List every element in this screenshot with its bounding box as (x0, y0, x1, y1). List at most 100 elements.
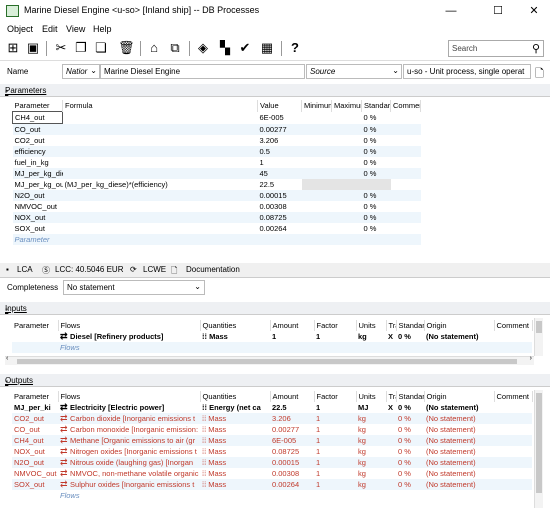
maximize-button[interactable]: ☐ (484, 2, 512, 20)
minimize-button[interactable]: — (437, 2, 465, 20)
tab-lcc[interactable]: LCC: 40.5046 EUR (55, 265, 123, 274)
table-row[interactable]: NOX_out 0.08725 0 % (12, 212, 421, 223)
completeness-select[interactable]: No statement ⌄ (63, 280, 205, 295)
menu-object[interactable]: Object (7, 24, 33, 34)
close-button[interactable]: ✕ (520, 2, 548, 20)
refresh-icon: ⟳ (130, 265, 137, 274)
col-minimum[interactable]: Minimum (301, 100, 332, 112)
check-icon[interactable]: ✔ (237, 40, 253, 56)
table-row[interactable]: fuel_in_kg 1 0 % (13, 157, 421, 168)
col-comment[interactable]: Comment (494, 391, 533, 402)
col-comment[interactable]: Commer (390, 100, 421, 112)
target-icon[interactable]: ◈ (195, 40, 211, 56)
col-maximum[interactable]: Maximum (331, 100, 362, 112)
inputs-vertical-scrollbar[interactable] (534, 318, 543, 356)
inputs-header: Inputs - (0, 302, 550, 315)
tab-documentation[interactable]: Documentation (186, 265, 240, 274)
col-formula[interactable]: Formula (62, 100, 258, 112)
scroll-right-icon[interactable]: › (530, 355, 532, 362)
table-row[interactable]: CH4_out ⇄ Methane [Organic emissions to … (12, 435, 532, 446)
document-icon[interactable]: 🗋 (535, 65, 544, 84)
table-row[interactable]: NMVOC_out 0.00308 0 % (13, 201, 421, 212)
table-row[interactable]: MJ_per_kg_ou (MJ_per_kg_diese)*(efficienc… (13, 179, 421, 190)
collapse-icon[interactable]: - (5, 304, 546, 315)
table-row[interactable]: SOX_out 0.00264 0 % (13, 223, 421, 234)
menu-view[interactable]: View (66, 24, 85, 34)
col-units[interactable]: Units (356, 320, 387, 331)
scroll-left-icon[interactable]: ‹ (6, 355, 8, 362)
scrollbar-thumb[interactable] (536, 321, 542, 333)
nation-select[interactable]: Natior ⌄ (62, 64, 100, 79)
col-value[interactable]: Value (257, 100, 302, 112)
outputs-header: Outputs - (0, 374, 550, 387)
table-row[interactable]: MJ_per_kg_die 45 0 % (12, 168, 421, 179)
table-row[interactable]: N2O_out ⇄ Nitrous oxide (laughing gas) [… (12, 457, 532, 468)
grid-icon[interactable]: ▦ (259, 40, 275, 56)
col-parameter[interactable]: Parameter (12, 100, 63, 112)
outputs-vertical-scrollbar[interactable] (534, 390, 543, 508)
col-tracked[interactable]: Tra (386, 391, 397, 402)
search-box[interactable]: Search ⚲ (448, 40, 544, 57)
flow-arrows-icon: ⇄ (60, 468, 71, 478)
new-flow-row[interactable]: Flows (12, 342, 532, 353)
col-factor[interactable]: Factor (314, 391, 357, 402)
col-amount[interactable]: Amount (270, 320, 315, 331)
col-quantities[interactable]: Quantities (200, 320, 271, 331)
table-row[interactable]: ⇄ Diesel [Refinery products] ⁞⁞ Mass 1 1… (12, 331, 532, 342)
paste-icon[interactable]: ❏ (93, 40, 109, 56)
name-field[interactable]: Marine Diesel Engine (100, 64, 305, 79)
table-row[interactable]: CO2_out 3.206 0 % (13, 135, 421, 146)
menu-edit[interactable]: Edit (42, 24, 58, 34)
windows-icon[interactable]: ⧉ (167, 40, 183, 56)
search-input[interactable]: Search (452, 44, 477, 53)
table-row[interactable]: CO2_out ⇄ Carbon dioxide [Inorganic emis… (12, 413, 532, 424)
new-flow-row[interactable]: Flows (12, 490, 532, 501)
help-icon[interactable]: ? (287, 40, 303, 56)
process-type-select[interactable]: u-so - Unit process, single operat (403, 64, 531, 79)
col-standard[interactable]: Standar (361, 100, 391, 112)
col-units[interactable]: Units (356, 391, 387, 402)
table-row[interactable]: efficiency 0.5 0 % (12, 146, 421, 157)
completeness-row: Completeness No statement ⌄ (0, 280, 550, 295)
scrollbar-thumb[interactable] (536, 393, 542, 493)
tab-lcwe[interactable]: LCWE (143, 265, 166, 274)
delete-icon[interactable]: 🗑 (118, 40, 135, 56)
col-quantities[interactable]: Quantities (200, 391, 271, 402)
search-icon[interactable]: ⚲ (532, 42, 540, 55)
col-parameter[interactable]: Parameter (12, 320, 59, 331)
collapse-icon[interactable]: - (5, 86, 546, 97)
table-row[interactable]: NOX_out ⇄ Nitrogen oxides [Inorganic emi… (12, 446, 532, 457)
table-row[interactable]: NMVOC_out ⇄ NMVOC, non-methane volatile … (12, 468, 532, 479)
tab-lca[interactable]: LCA (17, 265, 33, 274)
col-flows[interactable]: Flows (58, 391, 201, 402)
col-parameter[interactable]: Parameter (12, 391, 59, 402)
col-flows[interactable]: Flows (58, 320, 201, 331)
menu-help[interactable]: Help (93, 24, 112, 34)
table-row[interactable]: MJ_per_ki ⇄ Electricity [Electric power]… (12, 402, 532, 413)
new-parameter-row[interactable]: Parameter (12, 234, 421, 245)
table-row[interactable]: CO_out ⇄ Carbon monoxide [Inorganic emis… (12, 424, 532, 435)
table-row[interactable]: SOX_out ⇄ Sulphur oxides [Inorganic emis… (12, 479, 532, 490)
table-row[interactable]: N2O_out 0.00015 0 % (12, 190, 421, 201)
col-amount[interactable]: Amount (270, 391, 315, 402)
copy-icon[interactable]: ❐ (73, 40, 89, 56)
col-origin[interactable]: Origin (424, 320, 495, 331)
collapse-icon[interactable]: - (5, 376, 546, 387)
checker-icon[interactable]: ▚ (217, 40, 233, 56)
col-tracked[interactable]: Tra (386, 320, 397, 331)
cut-icon[interactable]: ✂ (53, 40, 69, 56)
table-row[interactable]: CH4_out 6E-005 0 % (12, 111, 421, 124)
table-row[interactable]: CO_out 0.00277 0 % (12, 123, 421, 135)
save-icon[interactable]: ▣ (25, 40, 41, 56)
completeness-label: Completeness (7, 283, 59, 292)
inputs-horizontal-scrollbar[interactable]: ‹ › (5, 355, 534, 365)
home-icon[interactable]: ⌂ (146, 40, 162, 56)
col-origin[interactable]: Origin (424, 391, 495, 402)
new-icon[interactable]: ⊞ (5, 40, 21, 56)
col-factor[interactable]: Factor (314, 320, 357, 331)
col-standard[interactable]: Standar (396, 320, 425, 331)
col-comment[interactable]: Comment (494, 320, 533, 331)
source-select[interactable]: Source ⌄ (306, 64, 402, 79)
col-standard[interactable]: Standar (396, 391, 425, 402)
scrollbar-thumb[interactable] (17, 359, 517, 364)
